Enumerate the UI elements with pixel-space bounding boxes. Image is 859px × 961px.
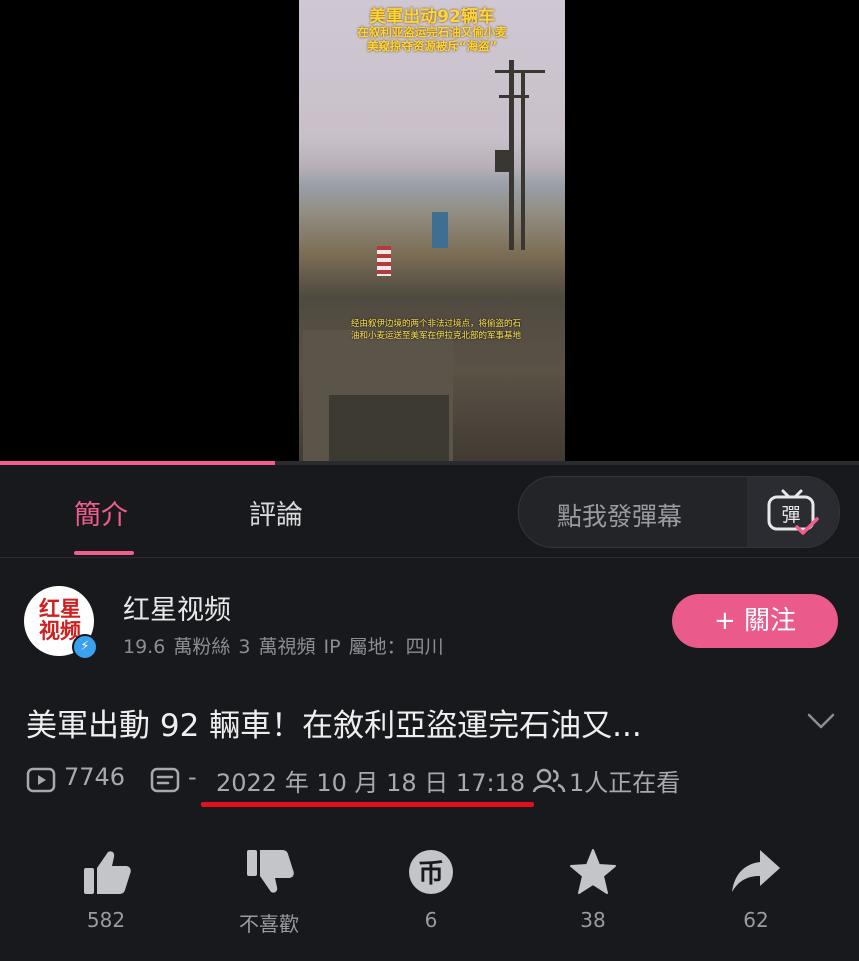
- tab-bar: 簡介 評論 點我發彈幕 彈: [0, 465, 859, 558]
- play-count-icon: [26, 767, 56, 793]
- tab-comments[interactable]: 評論: [249, 493, 303, 532]
- video-subtitle: 经由叙伊边境的两个非法过境点，将偷盗的石油和小麦运送至美军在伊拉克北部的军事基地: [351, 319, 522, 341]
- publish-datetime: 2022 年 10 月 18 日 17:18: [216, 769, 526, 797]
- danmaku-toggle-button[interactable]: 彈: [747, 477, 839, 547]
- flag-image: [377, 246, 391, 276]
- svg-text:彈: 彈: [781, 504, 800, 526]
- video-frame: 美軍出动92辆车 在叙利亚盗运完石油又偷小麦 美窥掠夺资源被斥“海盗” 经由叙伊…: [299, 0, 565, 463]
- dislike-label: 不喜歡: [239, 912, 299, 936]
- tab-intro[interactable]: 簡介: [74, 493, 128, 532]
- thumb-up-icon[interactable]: [82, 848, 132, 896]
- watching-users-icon: [532, 768, 566, 793]
- highlight-underline: [201, 802, 534, 807]
- share-count: 62: [743, 908, 769, 932]
- uploader-stats: 19.6 萬粉絲 3 萬視頻 IP 屬地：四川: [123, 636, 444, 658]
- view-count: 7746: [64, 763, 126, 791]
- follow-button[interactable]: + 關注: [672, 594, 838, 648]
- coin-icon[interactable]: 币: [406, 848, 456, 896]
- favorite-count: 38: [580, 908, 606, 932]
- danmaku-icon: 彈: [767, 489, 819, 535]
- danmaku-count-icon: [150, 767, 180, 793]
- danmaku-input[interactable]: 點我發彈幕 彈: [518, 476, 840, 548]
- chevron-down-icon[interactable]: [806, 712, 836, 730]
- verified-badge-icon: ⚡: [72, 634, 98, 660]
- thumb-down-icon[interactable]: [245, 848, 295, 896]
- star-icon[interactable]: [568, 848, 618, 896]
- uploader-name[interactable]: 红星视频: [123, 588, 231, 627]
- video-title: 美軍出動 92 輛車！在敘利亞盜運完石油又...: [26, 708, 642, 744]
- watching-count: 1人正在看: [569, 769, 681, 797]
- svg-text:币: 币: [418, 859, 444, 889]
- danmaku-placeholder: 點我發彈幕: [557, 502, 683, 531]
- video-player[interactable]: 美軍出动92辆车 在叙利亚盗运完石油又偷小麦 美窥掠夺资源被斥“海盗” 经由叙伊…: [0, 0, 859, 463]
- danmaku-count: -: [188, 763, 197, 791]
- video-caption-line2: 美窥掠夺资源被斥“海盗”: [366, 39, 498, 53]
- coin-count: 6: [424, 908, 438, 932]
- tab-active-indicator: [74, 551, 134, 555]
- like-count: 582: [86, 908, 126, 932]
- share-icon[interactable]: [730, 848, 782, 896]
